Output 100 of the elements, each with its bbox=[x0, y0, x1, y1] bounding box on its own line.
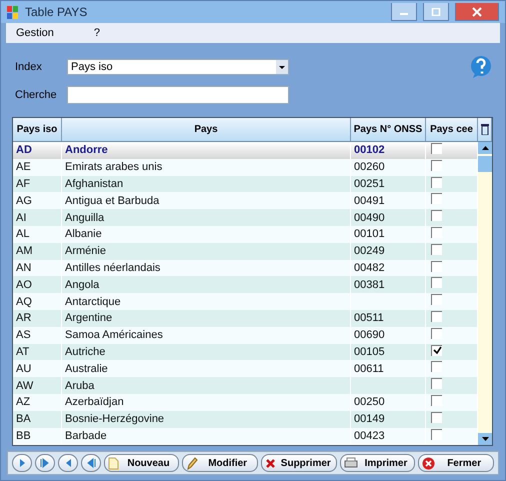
table-cell: 00251 bbox=[354, 178, 385, 190]
checkbox[interactable] bbox=[431, 226, 442, 238]
table-row[interactable]: AL Albanie 00101 bbox=[13, 226, 478, 243]
table-row[interactable]: BB Barbade 00423 bbox=[13, 428, 478, 444]
cross-icon bbox=[264, 458, 276, 468]
checkbox[interactable] bbox=[431, 176, 442, 188]
close-button[interactable] bbox=[455, 3, 499, 21]
scroll-thumb[interactable] bbox=[478, 156, 492, 172]
table-cell: Azerbaïdjan bbox=[65, 396, 124, 408]
scroll-up-button[interactable] bbox=[478, 142, 492, 154]
table-row[interactable]: AD Andorre 00102 bbox=[13, 142, 478, 159]
checkbox[interactable] bbox=[431, 294, 442, 306]
table-row[interactable]: AI Anguilla 00490 bbox=[13, 209, 478, 226]
close-button[interactable]: Fermer bbox=[418, 454, 494, 472]
previous-button[interactable] bbox=[58, 454, 78, 472]
table-row[interactable]: AO Angola 00381 bbox=[13, 276, 478, 294]
checkbox[interactable] bbox=[431, 310, 442, 322]
table-cell: BB bbox=[16, 430, 31, 442]
table-cell: 00611 bbox=[354, 362, 384, 375]
table-row[interactable]: AT Autriche 00105 bbox=[13, 344, 478, 360]
table-cell: Anguilla bbox=[65, 212, 104, 224]
column-header[interactable]: Pays N° ONSS bbox=[351, 118, 426, 141]
table-row[interactable]: AR Argentine 00511 bbox=[13, 310, 478, 327]
table-row[interactable]: BA Bosnie-Herzégovine 00149 bbox=[13, 410, 478, 428]
close-icon bbox=[472, 6, 482, 16]
edit-button[interactable]: Modifier bbox=[182, 454, 258, 472]
table-row[interactable]: AM Arménie 00249 bbox=[13, 242, 478, 260]
checkbox[interactable] bbox=[431, 361, 442, 372]
table-cell: Afghanistan bbox=[65, 178, 124, 190]
table-cell: 00423 bbox=[354, 430, 385, 442]
checkbox[interactable] bbox=[431, 412, 442, 423]
table-cell: Barbade bbox=[65, 430, 107, 442]
checkbox[interactable] bbox=[431, 394, 442, 406]
window-title: Table PAYS bbox=[25, 5, 88, 19]
search-field[interactable] bbox=[67, 86, 289, 104]
column-header[interactable]: Pays iso bbox=[13, 118, 62, 141]
table-cell: 00249 bbox=[354, 245, 385, 258]
table-cell: Antigua et Barbuda bbox=[65, 194, 160, 207]
table-cell: 00381 bbox=[354, 278, 385, 291]
menu-item[interactable]: ? bbox=[94, 27, 100, 39]
new-button[interactable]: Nouveau bbox=[104, 454, 180, 472]
checkbox[interactable] bbox=[431, 260, 442, 272]
table-row[interactable]: AE Emirats arabes unis 00260 bbox=[13, 158, 478, 176]
checkbox[interactable] bbox=[431, 277, 442, 288]
table-cell: AD bbox=[16, 144, 32, 156]
page-icon bbox=[108, 456, 119, 470]
search-label: Cherche bbox=[15, 88, 58, 102]
table-row[interactable]: AW Aruba bbox=[13, 377, 478, 394]
next-button[interactable] bbox=[12, 454, 32, 472]
table-row[interactable]: AQ Antarctique bbox=[13, 293, 478, 310]
checkbox[interactable] bbox=[431, 428, 442, 440]
last-button[interactable] bbox=[34, 454, 55, 472]
trash-header[interactable] bbox=[478, 118, 492, 141]
table-row[interactable]: AU Australie 00611 bbox=[13, 360, 478, 378]
down-arrow-icon bbox=[482, 437, 488, 441]
table-cell: Antarctique bbox=[65, 296, 121, 308]
checkbox[interactable] bbox=[431, 210, 442, 222]
table-row[interactable]: AZ Azerbaïdjan 00250 bbox=[13, 394, 478, 411]
maximize-icon bbox=[431, 8, 441, 16]
table-cell: BA bbox=[16, 413, 31, 426]
index-dropdown[interactable]: Pays iso bbox=[67, 58, 289, 74]
table-cell: AM bbox=[16, 245, 32, 258]
checkbox[interactable] bbox=[431, 193, 442, 204]
table-cell: Australie bbox=[65, 362, 108, 375]
table-row[interactable]: AN Antilles néerlandais 00482 bbox=[13, 260, 478, 276]
table-cell: AS bbox=[16, 329, 31, 342]
table-cell: 00105 bbox=[354, 346, 385, 358]
table-cell: Albanie bbox=[65, 228, 102, 240]
menu-item[interactable]: Gestion bbox=[16, 27, 54, 39]
table-row[interactable]: AG Antigua et Barbuda 00491 bbox=[13, 192, 478, 210]
first-button[interactable] bbox=[80, 454, 101, 472]
table-cell: AL bbox=[16, 228, 30, 240]
minimize-button[interactable] bbox=[391, 3, 417, 21]
checkbox[interactable] bbox=[431, 328, 442, 339]
table-cell: Aruba bbox=[65, 380, 94, 392]
column-header[interactable]: Pays bbox=[62, 118, 351, 141]
checkbox[interactable] bbox=[431, 143, 442, 154]
scroll-down-button[interactable] bbox=[478, 433, 492, 445]
table-row[interactable]: AF Afghanistan 00251 bbox=[13, 176, 478, 192]
checkbox[interactable] bbox=[431, 244, 442, 255]
trash-icon bbox=[480, 124, 488, 135]
table-cell: AF bbox=[16, 178, 30, 190]
column-header[interactable]: Pays cee bbox=[426, 118, 478, 141]
print-button[interactable]: Imprimer bbox=[340, 454, 416, 472]
help-icon[interactable] bbox=[469, 54, 493, 78]
close-icon bbox=[422, 456, 436, 470]
table-cell: AQ bbox=[16, 296, 32, 308]
delete-button[interactable]: Supprimer bbox=[260, 454, 337, 472]
table-cell: 00102 bbox=[354, 144, 385, 156]
table-row[interactable]: AS Samoa Américaines 00690 bbox=[13, 326, 478, 344]
checkbox[interactable] bbox=[431, 344, 442, 356]
table-cell: AE bbox=[16, 161, 31, 174]
table-cell: Angola bbox=[65, 278, 100, 291]
checkbox[interactable] bbox=[431, 378, 442, 390]
table-cell: Autriche bbox=[65, 346, 106, 358]
table-cell: AI bbox=[16, 212, 26, 224]
checkbox[interactable] bbox=[431, 160, 442, 171]
pencil-icon bbox=[186, 456, 198, 470]
table-cell: AR bbox=[16, 312, 32, 324]
maximize-button[interactable] bbox=[423, 3, 449, 21]
